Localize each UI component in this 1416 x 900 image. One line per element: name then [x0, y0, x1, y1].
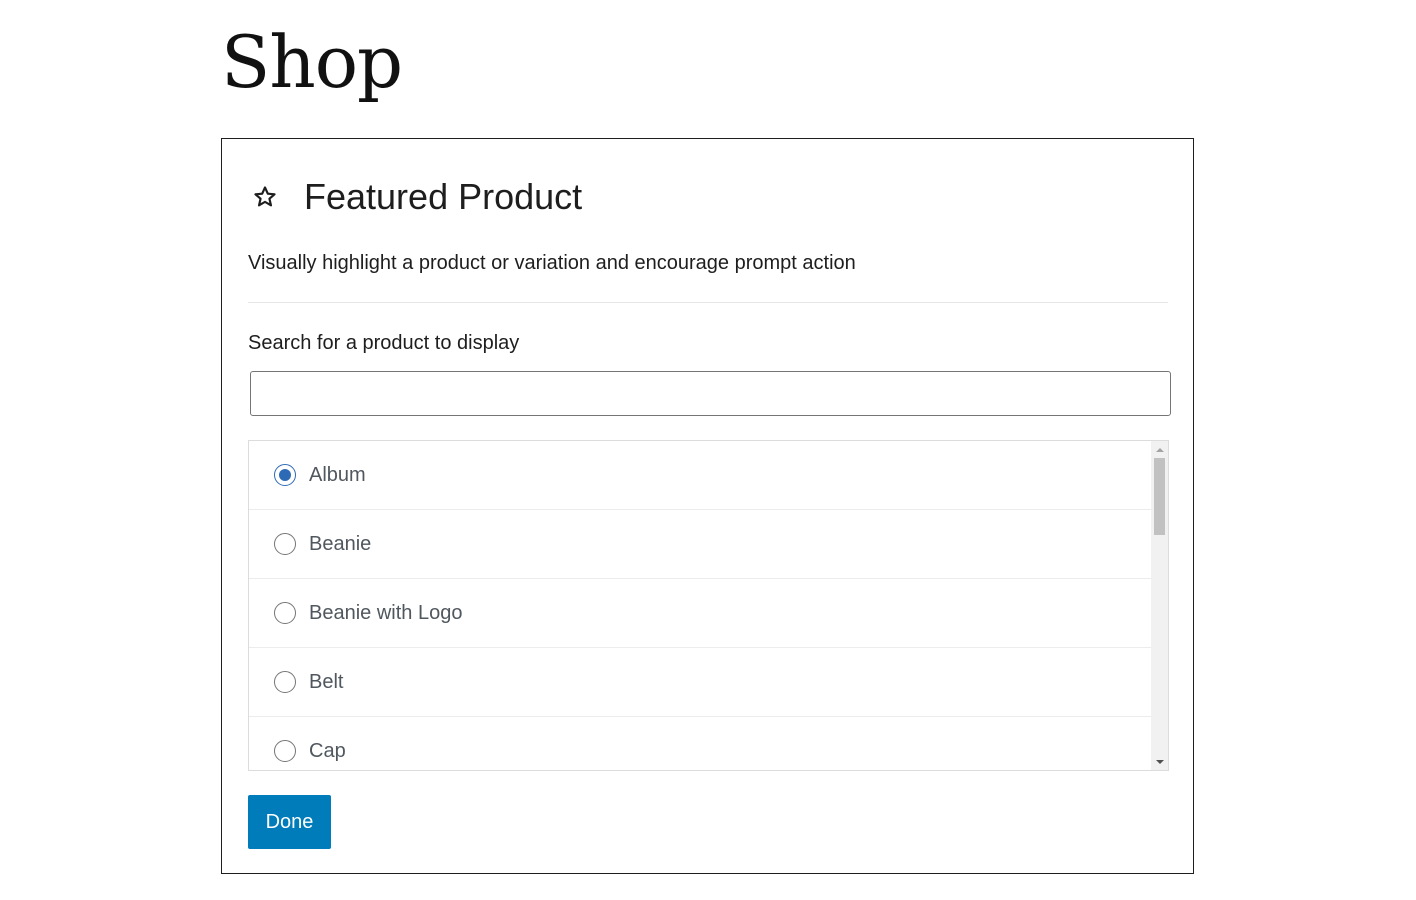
block-description: Visually highlight a product or variatio… — [248, 252, 856, 274]
search-label: Search for a product to display — [248, 332, 520, 354]
product-option-label: Beanie — [309, 533, 372, 555]
radio-checked-icon[interactable] — [274, 464, 296, 486]
product-results-inner: Album Beanie Beanie with Logo Belt Cap — [249, 441, 1152, 770]
product-option[interactable]: Belt — [249, 648, 1152, 717]
radio-unchecked-icon[interactable] — [274, 671, 296, 693]
product-option-label: Cap — [309, 740, 346, 762]
product-search-input[interactable] — [250, 371, 1171, 416]
product-results-list[interactable]: Album Beanie Beanie with Logo Belt Cap — [248, 440, 1169, 771]
scroll-down-arrow-icon[interactable] — [1151, 753, 1168, 770]
page-title: Shop — [221, 20, 403, 104]
product-option-label: Belt — [309, 671, 344, 693]
block-title: Featured Product — [304, 176, 583, 217]
scrollbar-thumb[interactable] — [1154, 458, 1165, 535]
radio-unchecked-icon[interactable] — [274, 533, 296, 555]
star-icon — [252, 184, 278, 210]
results-scrollbar[interactable] — [1151, 441, 1168, 770]
product-option[interactable]: Beanie — [249, 510, 1152, 579]
divider — [248, 302, 1168, 303]
product-option-label: Album — [309, 464, 366, 486]
scroll-up-arrow-icon[interactable] — [1151, 441, 1168, 458]
featured-product-block: Featured Product Visually highlight a pr… — [221, 138, 1194, 874]
done-button[interactable]: Done — [248, 795, 331, 849]
product-option[interactable]: Beanie with Logo — [249, 579, 1152, 648]
radio-unchecked-icon[interactable] — [274, 602, 296, 624]
product-option[interactable]: Cap — [249, 717, 1152, 770]
block-header: Featured Product — [252, 175, 582, 219]
product-option-label: Beanie with Logo — [309, 602, 463, 624]
radio-unchecked-icon[interactable] — [274, 740, 296, 762]
product-option[interactable]: Album — [249, 441, 1152, 510]
